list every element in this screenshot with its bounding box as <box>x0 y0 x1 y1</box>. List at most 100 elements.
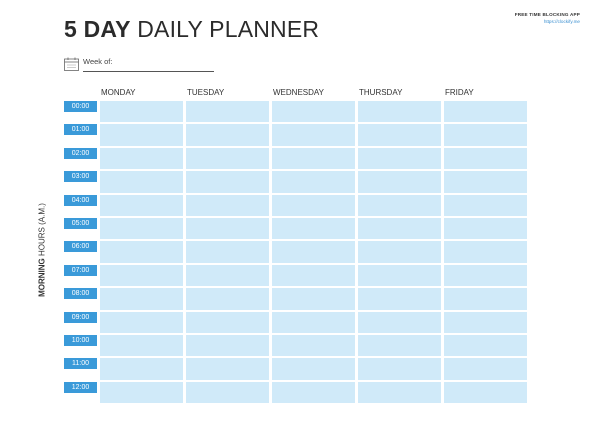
planner-cell-friday[interactable] <box>444 358 527 380</box>
planner-cell-wednesday[interactable] <box>272 101 355 123</box>
planner-cell-wednesday[interactable] <box>272 381 355 404</box>
time-badge: 12:00 <box>64 381 97 393</box>
planner-cell-thursday[interactable] <box>358 101 441 123</box>
planner-cell-friday[interactable] <box>444 241 527 263</box>
time-badge: 08:00 <box>64 288 97 300</box>
planner-cell-wednesday[interactable] <box>272 171 355 193</box>
planner-cell-monday[interactable] <box>100 334 183 357</box>
day-header-monday: MONDAY <box>101 88 136 97</box>
planner-cell-monday[interactable] <box>100 124 183 146</box>
planner-cell-monday[interactable] <box>100 358 183 380</box>
planner-cell-tuesday[interactable] <box>186 334 269 357</box>
time-badge: 04:00 <box>64 194 97 206</box>
planner-cell-monday[interactable] <box>100 241 183 263</box>
planner-cell-monday[interactable] <box>100 311 183 333</box>
time-badge: 05:00 <box>64 217 97 229</box>
week-label: Week of: <box>83 57 113 66</box>
planner-cell-monday[interactable] <box>100 101 183 123</box>
planner-cell-tuesday[interactable] <box>186 358 269 380</box>
planner-cell-friday[interactable] <box>444 334 527 357</box>
planner-cell-thursday[interactable] <box>358 264 441 287</box>
time-slot: 03:00 <box>64 171 97 194</box>
planner-cell-wednesday[interactable] <box>272 147 355 170</box>
planner-cell-tuesday[interactable] <box>186 381 269 404</box>
planner-cell-wednesday[interactable] <box>272 358 355 380</box>
planner-cell-friday[interactable] <box>444 101 527 123</box>
planner-cell-wednesday[interactable] <box>272 124 355 146</box>
time-badge: 11:00 <box>64 358 97 370</box>
page-title: 5 DAY DAILY PLANNER <box>64 16 319 43</box>
week-input-line[interactable] <box>83 71 214 72</box>
planner-cell-tuesday[interactable] <box>186 264 269 287</box>
planner-cell-thursday[interactable] <box>358 381 441 404</box>
planner-cell-thursday[interactable] <box>358 147 441 170</box>
planner-cell-tuesday[interactable] <box>186 124 269 146</box>
planner-cell-friday[interactable] <box>444 311 527 333</box>
time-badge: 01:00 <box>64 124 97 136</box>
planner-cell-monday[interactable] <box>100 147 183 170</box>
day-header-thursday: THURSDAY <box>359 88 403 97</box>
planner-cell-friday[interactable] <box>444 124 527 146</box>
time-badge: 00:00 <box>64 101 97 112</box>
time-slot: 10:00 <box>64 334 97 358</box>
planner-cell-thursday[interactable] <box>358 124 441 146</box>
planner-cell-friday[interactable] <box>444 171 527 193</box>
time-slot: 04:00 <box>64 194 97 218</box>
planner-cell-wednesday[interactable] <box>272 288 355 310</box>
planner-cell-thursday[interactable] <box>358 334 441 357</box>
planner-cell-tuesday[interactable] <box>186 311 269 333</box>
brand-block: FREE TIME BLOCKING APP https://clockify.… <box>515 11 580 25</box>
time-slot: 06:00 <box>64 241 97 264</box>
planner-cell-monday[interactable] <box>100 288 183 310</box>
side-label-rest: HOURS (A.M.) <box>37 203 47 256</box>
time-badge: 07:00 <box>64 264 97 276</box>
planner-grid: MONDAY TUESDAY WEDNESDAY THURSDAY FRIDAY 00:0… <box>64 87 527 405</box>
planner-cell-tuesday[interactable] <box>186 194 269 216</box>
planner-cell-friday[interactable] <box>444 147 527 170</box>
day-header-wednesday: WEDNESDAY <box>273 88 324 97</box>
planner-cell-friday[interactable] <box>444 264 527 287</box>
planner-cell-thursday[interactable] <box>358 358 441 380</box>
planner-cell-monday[interactable] <box>100 194 183 216</box>
planner-cell-tuesday[interactable] <box>186 101 269 123</box>
planner-cell-thursday[interactable] <box>358 194 441 216</box>
planner-cell-tuesday[interactable] <box>186 217 269 240</box>
planner-cell-friday[interactable] <box>444 217 527 240</box>
planner-cell-tuesday[interactable] <box>186 147 269 170</box>
day-header-friday: FRIDAY <box>445 88 474 97</box>
planner-cell-friday[interactable] <box>444 288 527 310</box>
planner-cell-monday[interactable] <box>100 171 183 193</box>
planner-cell-tuesday[interactable] <box>186 241 269 263</box>
planner-cell-wednesday[interactable] <box>272 194 355 216</box>
time-badge: 10:00 <box>64 334 97 346</box>
planner-cell-wednesday[interactable] <box>272 217 355 240</box>
planner-cell-monday[interactable] <box>100 264 183 287</box>
time-slot: 12:00 <box>64 381 97 405</box>
planner-cell-thursday[interactable] <box>358 311 441 333</box>
planner-cell-thursday[interactable] <box>358 171 441 193</box>
time-slot: 08:00 <box>64 288 97 311</box>
planner-cell-thursday[interactable] <box>358 241 441 263</box>
planner-cell-monday[interactable] <box>100 217 183 240</box>
planner-cell-wednesday[interactable] <box>272 241 355 263</box>
planner-cell-wednesday[interactable] <box>272 264 355 287</box>
planner-cell-thursday[interactable] <box>358 217 441 240</box>
planner-cell-tuesday[interactable] <box>186 171 269 193</box>
time-slot: 11:00 <box>64 358 97 381</box>
planner-cell-tuesday[interactable] <box>186 288 269 310</box>
time-slot: 02:00 <box>64 147 97 171</box>
time-slot: 07:00 <box>64 264 97 288</box>
planner-cell-friday[interactable] <box>444 194 527 216</box>
planner-cell-wednesday[interactable] <box>272 311 355 333</box>
time-badge: 02:00 <box>64 147 97 159</box>
time-badge: 03:00 <box>64 171 97 183</box>
brand-url[interactable]: https://clockify.me <box>515 18 580 25</box>
planner-cell-wednesday[interactable] <box>272 334 355 357</box>
planner-cell-monday[interactable] <box>100 381 183 404</box>
time-slot: 01:00 <box>64 124 97 147</box>
planner-cell-thursday[interactable] <box>358 288 441 310</box>
brand-name: FREE TIME BLOCKING APP <box>514 12 580 17</box>
side-label-bold: MORNING <box>37 258 47 297</box>
title-bold: 5 DAY <box>64 16 131 42</box>
planner-cell-friday[interactable] <box>444 381 527 404</box>
